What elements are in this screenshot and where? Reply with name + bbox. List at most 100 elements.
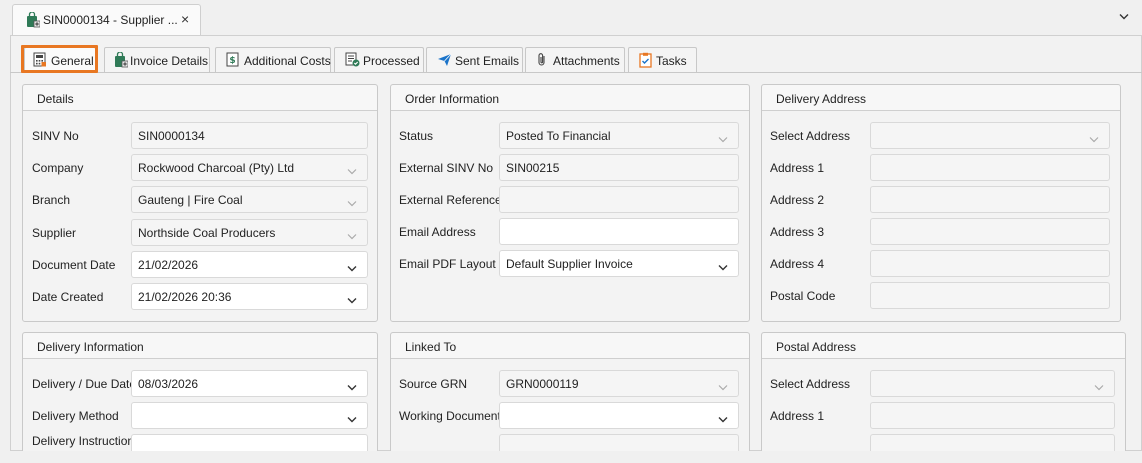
status-value: Posted To Financial bbox=[506, 129, 611, 143]
delivery-address-1-field[interactable] bbox=[870, 154, 1110, 181]
chevron-down-icon[interactable] bbox=[347, 412, 357, 426]
delivery-address-3-field[interactable] bbox=[870, 218, 1110, 245]
chevron-down-icon[interactable] bbox=[718, 412, 728, 426]
delivery-address-header-label: Delivery Address bbox=[776, 92, 867, 106]
delivery-postal-code-field[interactable] bbox=[870, 282, 1110, 309]
tab-attachments[interactable]: Attachments bbox=[525, 47, 625, 73]
document-date-picker[interactable]: 21/02/2026 bbox=[131, 251, 368, 278]
tab-sent-emails-label: Sent Emails bbox=[455, 54, 520, 68]
external-sinv-no-field[interactable]: SIN00215 bbox=[499, 154, 739, 181]
delivery-due-date-picker[interactable]: 08/03/2026 bbox=[131, 370, 368, 397]
postal-select-address-label: Select Address bbox=[770, 377, 851, 391]
details-header-label: Details bbox=[37, 92, 74, 106]
email-address-label: Email Address bbox=[399, 225, 476, 239]
status-label: Status bbox=[399, 129, 434, 143]
delivery-address-4-field[interactable] bbox=[870, 250, 1110, 277]
company-value: Rockwood Charcoal (Pty) Ltd bbox=[138, 161, 295, 175]
svg-text:$: $ bbox=[229, 56, 235, 66]
email-address-field[interactable] bbox=[499, 218, 739, 245]
source-grn-value: GRN0000119 bbox=[506, 377, 579, 391]
chevron-down-icon[interactable] bbox=[1119, 9, 1129, 23]
tab-processed-label: Processed bbox=[363, 54, 420, 68]
document-tab-title: SIN0000134 - Supplier ... bbox=[43, 13, 178, 27]
delivery-information-header-label: Delivery Information bbox=[37, 340, 144, 354]
delivery-select-address-select[interactable] bbox=[870, 122, 1110, 149]
email-pdf-layout-value: Default Supplier Invoice bbox=[506, 257, 633, 271]
delivery-instruction-field[interactable] bbox=[131, 434, 368, 451]
external-reference-label: External Reference bbox=[399, 193, 502, 207]
chevron-down-icon bbox=[347, 164, 357, 178]
tab-invoice-details-label: Invoice Details bbox=[130, 54, 209, 68]
linked-to-header-label: Linked To bbox=[405, 340, 457, 354]
tab-invoice-details[interactable]: Invoice Details bbox=[104, 47, 210, 73]
tab-attachments-label: Attachments bbox=[553, 54, 620, 68]
calculator-icon bbox=[33, 52, 47, 70]
bottom-strip bbox=[0, 451, 1142, 463]
invoice-bag-icon bbox=[114, 51, 129, 71]
tab-sent-emails[interactable]: Sent Emails bbox=[426, 47, 523, 73]
date-created-value: 21/02/2026 20:36 bbox=[138, 290, 232, 304]
delivery-method-label: Delivery Method bbox=[32, 409, 119, 423]
company-select[interactable]: Rockwood Charcoal (Pty) Ltd bbox=[131, 154, 368, 181]
order-information-header: Order Information bbox=[391, 85, 749, 111]
sinv-no-label: SINV No bbox=[32, 129, 79, 143]
supplier-select[interactable]: Northside Coal Producers bbox=[131, 219, 368, 246]
chevron-down-icon[interactable] bbox=[718, 260, 728, 274]
chevron-down-icon bbox=[1094, 380, 1104, 394]
dollar-document-icon: $ bbox=[226, 52, 239, 70]
close-icon[interactable]: × bbox=[181, 11, 189, 27]
source-grn-label: Source GRN bbox=[399, 377, 468, 391]
invoice-bag-icon bbox=[26, 11, 41, 31]
email-pdf-layout-label: Email PDF Layout bbox=[399, 257, 496, 271]
supplier-value: Northside Coal Producers bbox=[138, 226, 276, 240]
order-information-header-label: Order Information bbox=[405, 92, 500, 106]
processed-document-icon bbox=[345, 52, 360, 70]
tab-general[interactable]: General bbox=[24, 47, 96, 73]
delivery-address-header: Delivery Address bbox=[762, 85, 1120, 111]
date-created-picker[interactable]: 21/02/2026 20:36 bbox=[131, 283, 368, 310]
document-tab[interactable]: SIN0000134 - Supplier ... × bbox=[12, 4, 201, 35]
postal-address-header-label: Postal Address bbox=[776, 340, 857, 354]
sinv-no-field[interactable]: SIN0000134 bbox=[131, 122, 368, 149]
company-label: Company bbox=[32, 161, 84, 175]
linked-extra-field[interactable] bbox=[499, 434, 739, 451]
chevron-down-icon[interactable] bbox=[347, 293, 357, 307]
postal-address-1-field[interactable] bbox=[870, 402, 1115, 429]
chevron-down-icon[interactable] bbox=[347, 261, 357, 275]
chevron-down-icon bbox=[347, 229, 357, 243]
tab-additional-costs-label: Additional Costs bbox=[244, 54, 331, 68]
source-grn-select[interactable]: GRN0000119 bbox=[499, 370, 739, 397]
tabs-underline bbox=[10, 72, 1142, 73]
delivery-address-2-field[interactable] bbox=[870, 186, 1110, 213]
delivery-address-1-label: Address 1 bbox=[770, 161, 825, 175]
chevron-down-icon[interactable] bbox=[347, 380, 357, 394]
external-sinv-no-value: SIN00215 bbox=[506, 161, 560, 175]
email-pdf-layout-select[interactable]: Default Supplier Invoice bbox=[499, 250, 739, 277]
branch-select[interactable]: Gauteng | Fire Coal bbox=[131, 186, 368, 213]
tab-tasks[interactable]: Tasks bbox=[628, 47, 697, 73]
paperclip-icon bbox=[536, 52, 548, 70]
external-sinv-no-label: External SINV No bbox=[399, 161, 494, 175]
document-date-label: Document Date bbox=[32, 258, 116, 272]
delivery-information-header: Delivery Information bbox=[23, 333, 377, 359]
status-select[interactable]: Posted To Financial bbox=[499, 122, 739, 149]
postal-address-1-label: Address 1 bbox=[770, 409, 825, 423]
postal-address-2-field[interactable] bbox=[870, 434, 1115, 451]
chevron-down-icon bbox=[347, 196, 357, 210]
clipboard-check-icon bbox=[639, 52, 652, 71]
tab-processed[interactable]: Processed bbox=[334, 47, 424, 73]
delivery-method-select[interactable] bbox=[131, 402, 368, 429]
chevron-down-icon bbox=[718, 132, 728, 146]
chevron-down-icon bbox=[718, 380, 728, 394]
document-date-value: 21/02/2026 bbox=[138, 258, 199, 272]
sinv-no-value: SIN0000134 bbox=[138, 129, 205, 143]
delivery-instruction-label: Delivery Instruction bbox=[32, 434, 135, 448]
delivery-address-3-label: Address 3 bbox=[770, 225, 825, 239]
branch-label: Branch bbox=[32, 193, 71, 207]
tab-additional-costs[interactable]: $ Additional Costs bbox=[215, 47, 331, 73]
supplier-label: Supplier bbox=[32, 226, 77, 240]
working-document-select[interactable] bbox=[499, 402, 739, 429]
delivery-due-date-label: Delivery / Due Date bbox=[32, 377, 137, 391]
external-reference-field[interactable] bbox=[499, 186, 739, 213]
postal-select-address-select[interactable] bbox=[870, 370, 1115, 397]
